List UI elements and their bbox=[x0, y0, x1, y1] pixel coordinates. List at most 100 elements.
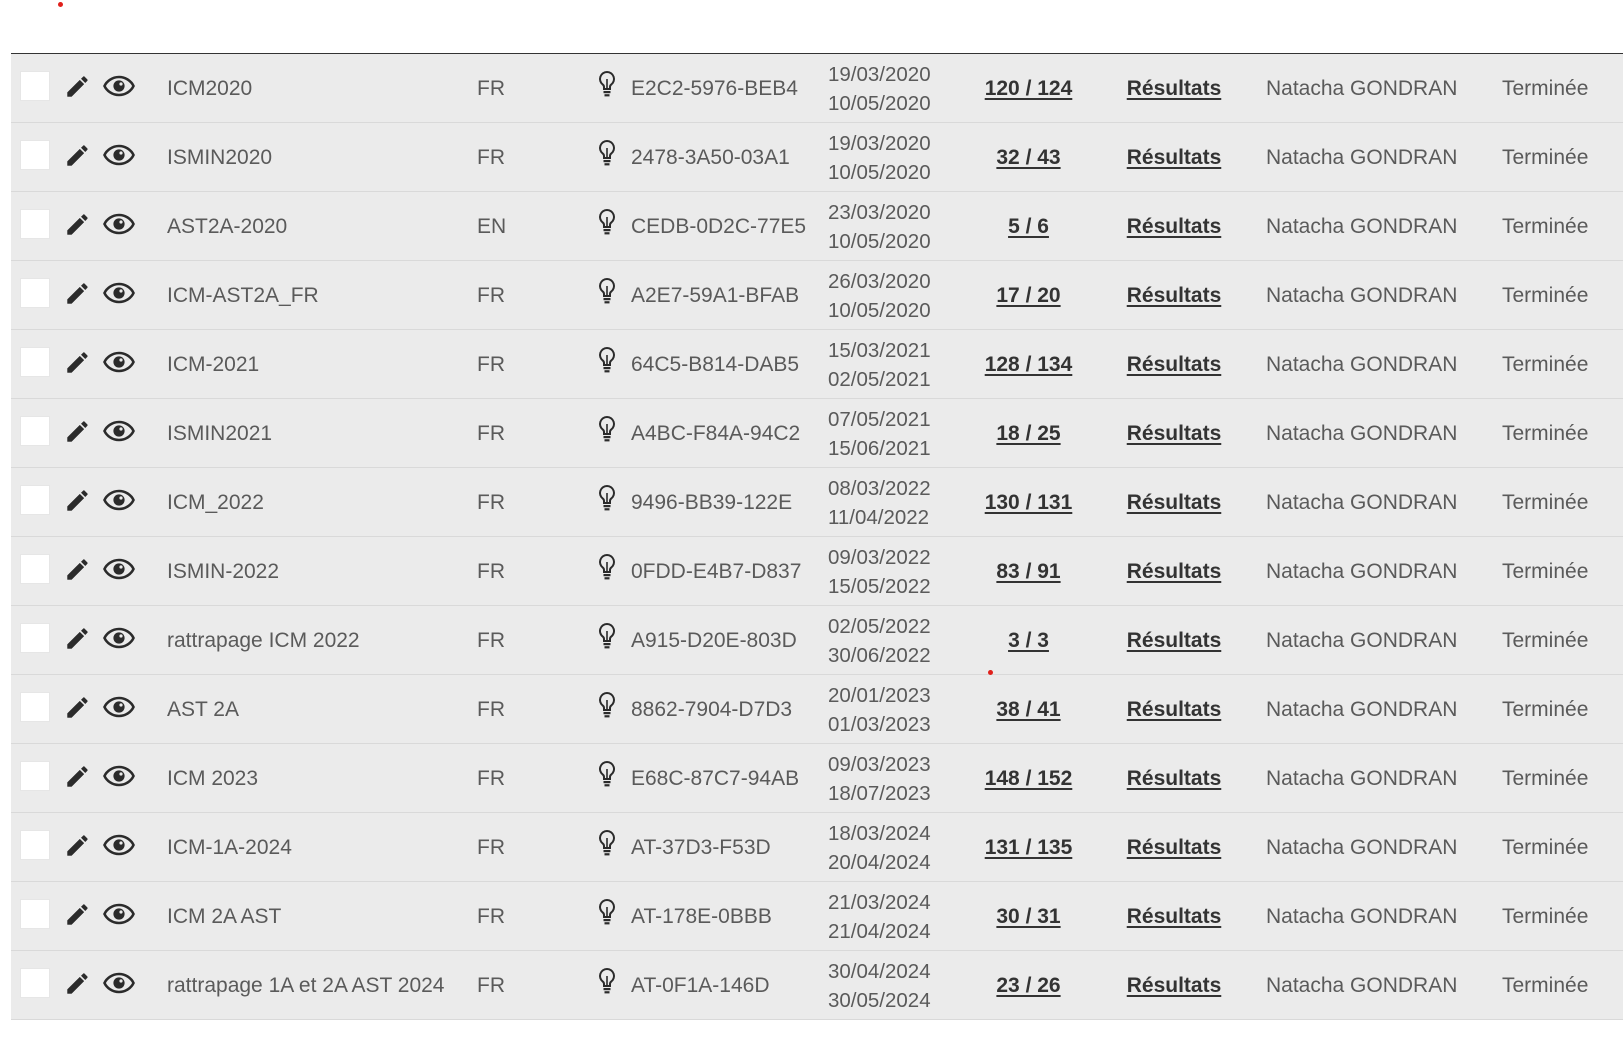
row-select-checkbox[interactable] bbox=[20, 899, 50, 929]
session-owner: Natacha GONDRAN bbox=[1266, 145, 1458, 169]
row-select-checkbox[interactable] bbox=[20, 554, 50, 584]
participants-count-link[interactable]: 3 / 3 bbox=[971, 606, 1086, 675]
participants-count-link[interactable]: 131 / 135 bbox=[971, 813, 1086, 882]
pencil-icon[interactable] bbox=[64, 832, 91, 859]
table-row: ICM-AST2A_FR FR A2E7-59A1-BFAB 26/03/202… bbox=[11, 261, 1623, 330]
participants-count-link[interactable]: 120 / 124 bbox=[971, 54, 1086, 123]
participants-count-link[interactable]: 130 / 131 bbox=[971, 468, 1086, 537]
pencil-icon[interactable] bbox=[64, 694, 91, 721]
row-select-checkbox[interactable] bbox=[20, 347, 50, 377]
session-status: Terminée bbox=[1502, 697, 1589, 721]
eye-icon[interactable] bbox=[103, 972, 135, 994]
participants-count-link[interactable]: 83 / 91 bbox=[971, 537, 1086, 606]
results-link[interactable]: Résultats bbox=[1119, 675, 1229, 744]
session-end-date: 21/04/2024 bbox=[828, 919, 931, 943]
session-language: FR bbox=[477, 421, 505, 445]
eye-icon[interactable] bbox=[103, 420, 135, 442]
eye-icon[interactable] bbox=[103, 627, 135, 649]
results-link[interactable]: Résultats bbox=[1119, 951, 1229, 1020]
results-link[interactable]: Résultats bbox=[1119, 882, 1229, 951]
pencil-icon[interactable] bbox=[64, 142, 91, 169]
pencil-icon[interactable] bbox=[64, 763, 91, 790]
results-link[interactable]: Résultats bbox=[1119, 192, 1229, 261]
eye-icon[interactable] bbox=[103, 696, 135, 718]
session-dates: 30/04/2024 30/05/2024 bbox=[828, 951, 954, 1020]
session-status: Terminée bbox=[1502, 76, 1589, 100]
lightbulb-icon bbox=[599, 967, 615, 994]
row-select-checkbox[interactable] bbox=[20, 416, 50, 446]
row-select-checkbox[interactable] bbox=[20, 692, 50, 722]
results-link[interactable]: Résultats bbox=[1119, 261, 1229, 330]
row-select-checkbox[interactable] bbox=[20, 71, 50, 101]
eye-icon[interactable] bbox=[103, 489, 135, 511]
results-link[interactable]: Résultats bbox=[1119, 330, 1229, 399]
pencil-icon[interactable] bbox=[64, 901, 91, 928]
session-status: Terminée bbox=[1502, 904, 1589, 928]
table-row: ICM 2A AST FR AT-178E-0BBB 21/03/2024 21… bbox=[11, 882, 1623, 951]
session-name: ISMIN2020 bbox=[167, 145, 273, 169]
results-link[interactable]: Résultats bbox=[1119, 468, 1229, 537]
pencil-icon[interactable] bbox=[64, 349, 91, 376]
pencil-icon[interactable] bbox=[64, 280, 91, 307]
results-link[interactable]: Résultats bbox=[1119, 123, 1229, 192]
results-link[interactable]: Résultats bbox=[1119, 606, 1229, 675]
row-select-checkbox[interactable] bbox=[20, 209, 50, 239]
session-owner: Natacha GONDRAN bbox=[1266, 214, 1458, 238]
row-select-checkbox[interactable] bbox=[20, 485, 50, 515]
session-status: Terminée bbox=[1502, 766, 1589, 790]
participants-count-link[interactable]: 30 / 31 bbox=[971, 882, 1086, 951]
row-select-checkbox[interactable] bbox=[20, 830, 50, 860]
sessions-page: ICM2020 FR E2C2-5976-BEB4 19/03/2020 10/… bbox=[0, 0, 1623, 1038]
eye-icon[interactable] bbox=[103, 282, 135, 304]
participants-count-link[interactable]: 18 / 25 bbox=[971, 399, 1086, 468]
results-link[interactable]: Résultats bbox=[1119, 537, 1229, 606]
results-link[interactable]: Résultats bbox=[1119, 54, 1229, 123]
eye-icon[interactable] bbox=[103, 351, 135, 373]
results-link[interactable]: Résultats bbox=[1119, 813, 1229, 882]
participants-count-link[interactable]: 148 / 152 bbox=[971, 744, 1086, 813]
session-end-date: 10/05/2020 bbox=[828, 160, 931, 184]
participants-count-link[interactable]: 32 / 43 bbox=[971, 123, 1086, 192]
row-select-checkbox[interactable] bbox=[20, 278, 50, 308]
session-name: ICM 2023 bbox=[167, 766, 259, 790]
participants-count-link[interactable]: 23 / 26 bbox=[971, 951, 1086, 1020]
pencil-icon[interactable] bbox=[64, 73, 91, 100]
participants-count-link[interactable]: 17 / 20 bbox=[971, 261, 1086, 330]
row-select-checkbox[interactable] bbox=[20, 623, 50, 653]
lightbulb-icon bbox=[599, 208, 615, 235]
eye-icon[interactable] bbox=[103, 144, 135, 166]
pencil-icon[interactable] bbox=[64, 418, 91, 445]
session-start-date: 30/04/2024 bbox=[828, 959, 931, 983]
pencil-icon[interactable] bbox=[64, 487, 91, 514]
results-link[interactable]: Résultats bbox=[1119, 744, 1229, 813]
session-owner: Natacha GONDRAN bbox=[1266, 766, 1458, 790]
eye-icon[interactable] bbox=[103, 765, 135, 787]
eye-icon[interactable] bbox=[103, 558, 135, 580]
session-dates: 07/05/2021 15/06/2021 bbox=[828, 399, 954, 468]
session-end-date: 10/05/2020 bbox=[828, 298, 931, 322]
eye-icon[interactable] bbox=[103, 834, 135, 856]
lightbulb-icon bbox=[599, 691, 615, 718]
participants-count-link[interactable]: 38 / 41 bbox=[971, 675, 1086, 744]
participants-count-link[interactable]: 5 / 6 bbox=[971, 192, 1086, 261]
results-link[interactable]: Résultats bbox=[1119, 399, 1229, 468]
session-code: A4BC-F84A-94C2 bbox=[631, 421, 801, 445]
pencil-icon[interactable] bbox=[64, 625, 91, 652]
pencil-icon[interactable] bbox=[64, 211, 91, 238]
session-dates: 08/03/2022 11/04/2022 bbox=[828, 468, 954, 537]
lightbulb-icon bbox=[599, 139, 615, 166]
session-owner: Natacha GONDRAN bbox=[1266, 973, 1458, 997]
pencil-icon[interactable] bbox=[64, 556, 91, 583]
participants-count-link[interactable]: 128 / 134 bbox=[971, 330, 1086, 399]
row-select-checkbox[interactable] bbox=[20, 968, 50, 998]
session-status: Terminée bbox=[1502, 214, 1589, 238]
row-select-checkbox[interactable] bbox=[20, 761, 50, 791]
session-dates: 02/05/2022 30/06/2022 bbox=[828, 606, 954, 675]
eye-icon[interactable] bbox=[103, 903, 135, 925]
pencil-icon[interactable] bbox=[64, 970, 91, 997]
eye-icon[interactable] bbox=[103, 75, 135, 97]
session-start-date: 19/03/2020 bbox=[828, 131, 931, 155]
row-select-checkbox[interactable] bbox=[20, 140, 50, 170]
eye-icon[interactable] bbox=[103, 213, 135, 235]
session-language: EN bbox=[477, 214, 507, 238]
